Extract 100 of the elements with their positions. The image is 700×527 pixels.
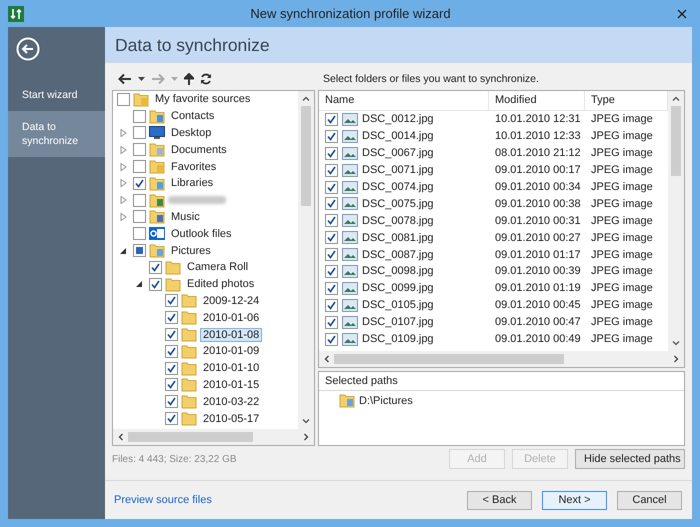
- scroll-down-icon[interactable]: [672, 341, 680, 346]
- checkbox[interactable]: [165, 395, 178, 408]
- collapsed-arrow-icon[interactable]: [120, 146, 127, 154]
- folder-icon: [181, 411, 197, 426]
- checkbox[interactable]: [325, 146, 338, 160]
- checkbox[interactable]: [133, 227, 146, 240]
- checkbox[interactable]: [165, 344, 178, 358]
- folder-icon: [165, 260, 181, 275]
- column-header[interactable]: Modified: [489, 91, 585, 110]
- tree-item[interactable]: My favorite sources: [152, 92, 254, 106]
- checkbox[interactable]: [165, 294, 178, 308]
- tree-item[interactable]: 2010-01-06: [200, 310, 262, 325]
- scroll-thumb[interactable]: [301, 106, 311, 206]
- checkbox[interactable]: [325, 164, 338, 177]
- checkbox[interactable]: [133, 143, 146, 156]
- scrollbar[interactable]: [319, 351, 684, 367]
- scroll-right-icon[interactable]: [674, 355, 679, 363]
- collapsed-arrow-icon[interactable]: [120, 162, 127, 171]
- collapsed-arrow-icon[interactable]: [120, 212, 127, 221]
- checkbox[interactable]: [165, 362, 178, 375]
- scroll-down-icon[interactable]: [302, 419, 310, 424]
- checkbox[interactable]: [133, 244, 146, 258]
- tree-item[interactable]: Outlook files: [168, 226, 235, 241]
- tree-item[interactable]: Pictures: [168, 244, 214, 258]
- wizard-button[interactable]: Next >: [542, 490, 607, 510]
- checkbox[interactable]: [133, 176, 146, 190]
- table-cell: DSC_0074.jpg: [362, 181, 434, 193]
- scroll-thumb[interactable]: [128, 432, 253, 442]
- checkbox[interactable]: [325, 298, 338, 312]
- scroll-right-icon[interactable]: [304, 433, 309, 441]
- folder-icon: [181, 377, 197, 392]
- checkbox[interactable]: [325, 316, 338, 329]
- tree-item[interactable]: 2010-01-09: [200, 344, 262, 358]
- checkbox[interactable]: [325, 248, 338, 262]
- checkbox[interactable]: [325, 180, 338, 194]
- checkbox[interactable]: [149, 278, 162, 291]
- wizard-button[interactable]: Cancel: [617, 490, 682, 510]
- collapsed-arrow-icon[interactable]: [120, 128, 127, 137]
- checkbox[interactable]: [117, 92, 130, 106]
- scroll-left-icon[interactable]: [118, 433, 123, 441]
- tree-item[interactable]: Desktop: [168, 126, 214, 140]
- checkbox[interactable]: [165, 412, 178, 426]
- path-item[interactable]: D:\Pictures: [359, 394, 413, 406]
- tree-item[interactable]: Documents: [168, 142, 230, 157]
- checkbox[interactable]: [325, 231, 338, 244]
- checkbox[interactable]: [149, 260, 162, 274]
- path-button[interactable]: Hide selected paths: [575, 449, 685, 469]
- scroll-thumb[interactable]: [671, 106, 681, 176]
- checkbox[interactable]: [133, 160, 146, 174]
- scrollbar[interactable]: [298, 91, 314, 429]
- scroll-up-icon[interactable]: [302, 96, 310, 101]
- back-circle-icon[interactable]: [16, 37, 40, 61]
- tree-item[interactable]: 2009-12-24: [200, 294, 262, 308]
- tree-item[interactable]: 2010-01-15: [200, 378, 262, 392]
- expanded-arrow-icon[interactable]: [136, 280, 143, 288]
- sidebar-item[interactable]: Start wizard: [8, 79, 105, 111]
- checkbox[interactable]: [325, 214, 338, 228]
- tree-item[interactable]: Contacts: [168, 109, 218, 124]
- checkbox[interactable]: [325, 332, 338, 346]
- checkbox[interactable]: [133, 210, 146, 224]
- tree-item[interactable]: 2010-05-17: [200, 412, 262, 426]
- preview-link[interactable]: Preview source files: [114, 494, 212, 506]
- tree-item[interactable]: 2010-01-10: [200, 361, 262, 376]
- close-icon[interactable]: [677, 8, 687, 18]
- tree-item[interactable]: Camera Roll: [184, 260, 252, 274]
- checkbox[interactable]: [325, 130, 338, 143]
- checkbox[interactable]: [165, 378, 178, 392]
- wizard-button[interactable]: < Back: [467, 490, 532, 510]
- collapsed-arrow-icon[interactable]: [120, 196, 127, 204]
- expanded-arrow-icon[interactable]: [120, 246, 127, 255]
- collapsed-arrow-icon[interactable]: [120, 179, 127, 188]
- checkbox[interactable]: [133, 126, 146, 140]
- tree-item[interactable]: 2010-01-08: [200, 328, 262, 342]
- scroll-left-icon[interactable]: [324, 355, 329, 363]
- tree-item[interactable]: Edited photos: [184, 277, 258, 292]
- checkbox[interactable]: [325, 282, 338, 295]
- scrollbar[interactable]: [668, 91, 684, 351]
- checkbox[interactable]: [325, 112, 338, 126]
- checkbox[interactable]: [325, 264, 338, 278]
- image-file-icon: [342, 214, 358, 228]
- monitor-icon: [149, 125, 165, 140]
- checkbox[interactable]: [133, 194, 146, 207]
- checkbox[interactable]: [325, 197, 338, 210]
- checkbox[interactable]: [165, 328, 178, 342]
- column-header[interactable]: Name: [319, 91, 489, 110]
- checkbox[interactable]: [133, 110, 146, 123]
- dropdown-icon[interactable]: [138, 77, 145, 81]
- back-arrow-icon[interactable]: [118, 73, 132, 85]
- up-arrow-icon[interactable]: [184, 73, 194, 85]
- sidebar-item[interactable]: Data to synchronize: [8, 111, 105, 157]
- checkbox[interactable]: [165, 311, 178, 324]
- scroll-thumb[interactable]: [334, 354, 564, 364]
- scrollbar[interactable]: [113, 429, 314, 445]
- instruction-text: Select folders or files you want to synchronize.: [323, 73, 539, 85]
- refresh-icon[interactable]: [200, 73, 212, 85]
- scroll-up-icon[interactable]: [672, 96, 680, 101]
- tree-item[interactable]: 2010-03-22: [200, 394, 262, 409]
- tree-item[interactable]: Libraries: [168, 176, 216, 190]
- tree-item[interactable]: Music: [168, 210, 203, 224]
- tree-item[interactable]: Favorites: [168, 160, 220, 174]
